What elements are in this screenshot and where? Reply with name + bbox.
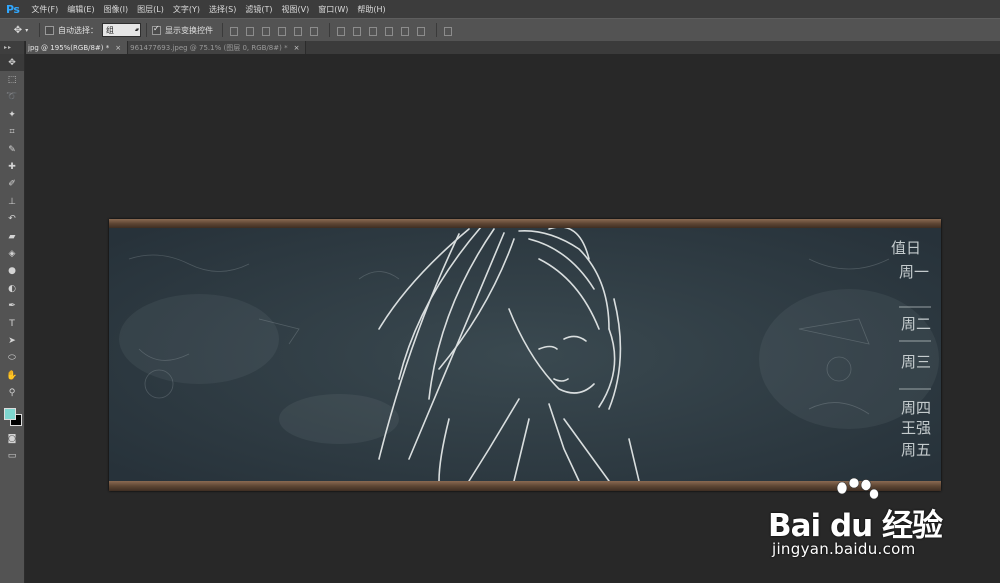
chalk-text: 周一 (899, 263, 929, 281)
dodge-icon[interactable]: ◐ (0, 280, 24, 297)
eraser-icon[interactable]: ▰ (0, 228, 24, 245)
baidu-jingyan-watermark: Bai du 经验 jingyan.baidu.com (768, 478, 978, 568)
marquee-icon[interactable]: ⬚ (0, 71, 24, 88)
align-bottom-icon[interactable] (260, 25, 271, 36)
menu-window[interactable]: 窗口(W) (318, 4, 348, 15)
crop-icon[interactable]: ⌗ (0, 124, 24, 141)
separator (146, 23, 147, 37)
menu-image[interactable]: 图像(I) (104, 4, 129, 15)
auto-select-dropdown[interactable]: 组 (102, 23, 141, 37)
chevron-down-icon: ▾ (25, 26, 29, 34)
brush-icon[interactable]: ✐ (0, 176, 24, 193)
align-right-icon[interactable] (308, 25, 319, 36)
doc-tab-label: 961477693.jpeg @ 75.1% (图层 0, RGB/8#) * (130, 43, 288, 52)
pen-icon[interactable]: ✒ (0, 297, 24, 314)
document-tab-bar: jpg @ 195%(RGB/8#) * × 961477693.jpeg @ … (26, 41, 1000, 54)
auto-select-checkbox[interactable] (45, 25, 54, 35)
menu-select[interactable]: 选择(S) (209, 4, 236, 15)
doc-tab-1[interactable]: jpg @ 195%(RGB/8#) * × (26, 41, 129, 54)
distribute-left-icon[interactable] (383, 25, 394, 36)
close-icon[interactable]: × (115, 44, 121, 52)
align-top-icon[interactable] (228, 25, 239, 36)
color-swatches (0, 402, 24, 430)
chalk-text: 王强 (901, 419, 931, 437)
distribute-right-icon[interactable] (415, 25, 426, 36)
auto-select-value: 组 (106, 25, 114, 35)
auto-align-layers-icon[interactable] (442, 25, 453, 36)
photoshop-logo: Ps (6, 2, 20, 16)
menu-help[interactable]: 帮助(H) (357, 4, 385, 15)
hand-icon[interactable]: ✋ (0, 367, 24, 384)
zoom-icon[interactable]: ⚲ (0, 384, 24, 401)
clone-stamp-icon[interactable]: ⊥ (0, 193, 24, 210)
chalk-text: 周五 (901, 441, 931, 459)
chalk-text: 周四 (901, 399, 931, 417)
blur-icon[interactable]: ● (0, 263, 24, 280)
close-icon[interactable]: × (294, 44, 300, 52)
doc-tab-2[interactable]: 961477693.jpeg @ 75.1% (图层 0, RGB/8#) * … (128, 41, 307, 54)
chalk-text: 值日 (891, 239, 921, 257)
menu-filter[interactable]: 滤镜(T) (245, 4, 272, 15)
chalk-text: 周三 (901, 353, 931, 371)
auto-select-label: 自动选择： (58, 25, 98, 35)
watermark-site: jingyan.baidu.com (772, 540, 916, 558)
toolbox: ▸▸ ✥ ⬚ ➰ ✦ ⌗ ✎ ✚ ✐ ⊥ ↶ ▰ ◈ ● ◐ ✒ T ➤ ⬭ ✋… (0, 41, 25, 583)
separator (222, 23, 223, 37)
ellipse-icon[interactable]: ⬭ (0, 350, 24, 367)
magic-wand-icon[interactable]: ✦ (0, 106, 24, 123)
chalk-text: 周二 (901, 315, 931, 333)
move-icon[interactable]: ✥ (0, 54, 24, 72)
tool-preset-picker[interactable]: ✥ ▾ (8, 22, 34, 38)
path-select-icon[interactable]: ➤ (0, 332, 24, 349)
show-transform-label: 显示变换控件 (165, 25, 213, 35)
lasso-icon[interactable]: ➰ (0, 89, 24, 106)
menu-view[interactable]: 视图(V) (281, 4, 309, 15)
distribute-hcenter-icon[interactable] (399, 25, 410, 36)
align-hcenter-icon[interactable] (292, 25, 303, 36)
menu-type[interactable]: 文字(Y) (173, 4, 200, 15)
options-bar: ✥▾ 自动选择： 组 显示变换控件 (0, 18, 1000, 42)
type-icon[interactable]: T (0, 315, 24, 332)
menu-file[interactable]: 文件(F) (31, 4, 58, 15)
screen-mode-icon[interactable]: ▭ (0, 447, 24, 464)
menu-bar: Ps 文件(F) 编辑(E) 图像(I) 图层(L) 文字(Y) 选择(S) 滤… (0, 0, 1000, 18)
menu-edit[interactable]: 编辑(E) (67, 4, 94, 15)
quick-mask-icon[interactable]: ◙ (0, 430, 24, 447)
watermark-brand: Bai du 经验 (768, 508, 943, 544)
blackboard-image: 值日 周一 周二 周三 周四 王强 周五 (109, 219, 941, 491)
document-canvas[interactable]: 值日 周一 周二 周三 周四 王强 周五 (109, 219, 941, 491)
move-icon: ✥ (13, 24, 23, 36)
distribute-vcenter-icon[interactable] (351, 25, 362, 36)
show-transform-checkbox[interactable] (152, 24, 161, 35)
healing-brush-icon[interactable]: ✚ (0, 158, 24, 175)
separator (436, 23, 437, 37)
align-left-icon[interactable] (276, 25, 287, 36)
separator (39, 23, 40, 37)
foreground-color-swatch[interactable] (4, 407, 16, 420)
menu-layer[interactable]: 图层(L) (137, 4, 164, 15)
toolbox-collapse-handle[interactable]: ▸▸ (0, 41, 24, 54)
wooden-frame-top (109, 219, 941, 228)
doc-tab-label: jpg @ 195%(RGB/8#) * (28, 43, 110, 52)
history-brush-icon[interactable]: ↶ (0, 211, 24, 228)
distribute-bottom-icon[interactable] (367, 25, 378, 36)
distribute-top-icon[interactable] (335, 25, 346, 36)
eyedropper-icon[interactable]: ✎ (0, 141, 24, 158)
separator (329, 23, 330, 37)
paint-bucket-icon[interactable]: ◈ (0, 245, 24, 262)
align-vcenter-icon[interactable] (244, 25, 255, 36)
